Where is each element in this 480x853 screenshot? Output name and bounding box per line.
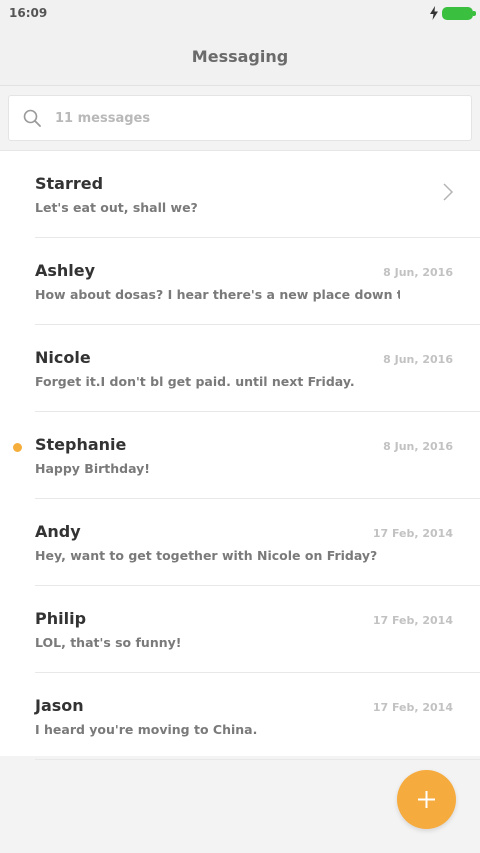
conversation-row-nicole[interactable]: Nicole 8 Jun, 2016 Forget it.I don't bl … — [0, 325, 480, 412]
conversation-row-philip[interactable]: Philip 17 Feb, 2014 LOL, that's so funny… — [0, 586, 480, 673]
conversation-date: 8 Jun, 2016 — [383, 440, 453, 453]
new-message-button[interactable] — [397, 770, 456, 829]
chevron-right-icon — [443, 183, 454, 201]
conversation-preview: How about dosas? I hear there's a new pl… — [35, 287, 400, 302]
unread-indicator — [13, 443, 22, 452]
conversation-name: Ashley — [35, 261, 96, 280]
conversation-name: Starred — [35, 174, 104, 193]
status-time: 16:09 — [9, 6, 48, 20]
conversation-preview: I heard you're moving to China. — [35, 722, 258, 737]
conversation-date: 17 Feb, 2014 — [372, 614, 453, 627]
conversation-date: 8 Jun, 2016 — [383, 353, 453, 366]
conversation-row-starred[interactable]: Starred Let's eat out, shall we? — [0, 151, 480, 238]
status-bar: 16:09 — [0, 0, 480, 28]
conversation-preview: LOL, that's so funny! — [35, 635, 182, 650]
conversation-name: Jason — [35, 696, 84, 715]
charge-icon — [430, 6, 438, 20]
conversation-name: Stephanie — [35, 435, 127, 454]
search-icon — [23, 109, 41, 127]
conversation-name: Nicole — [35, 348, 91, 367]
conversation-date: 17 Feb, 2014 — [372, 701, 453, 714]
conversation-name: Philip — [35, 609, 87, 628]
conversation-row-stephanie[interactable]: Stephanie 8 Jun, 2016 Happy Birthday! — [0, 412, 480, 499]
divider — [35, 759, 480, 760]
conversation-preview: Hey, want to get together with Nicole on… — [35, 548, 378, 563]
conversation-row-ashley[interactable]: Ashley 8 Jun, 2016 How about dosas? I he… — [0, 238, 480, 325]
search-input[interactable] — [55, 96, 455, 140]
search-box[interactable] — [8, 95, 472, 141]
conversation-row-andy[interactable]: Andy 17 Feb, 2014 Hey, want to get toget… — [0, 499, 480, 586]
title-bar: Messaging — [0, 28, 480, 86]
conversation-list: Starred Let's eat out, shall we? Ashley … — [0, 150, 480, 760]
plus-icon — [418, 791, 435, 808]
conversation-preview: Forget it.I don't bl get paid. until nex… — [35, 374, 355, 389]
conversation-preview: Let's eat out, shall we? — [35, 200, 198, 215]
conversation-row-jason[interactable]: Jason 17 Feb, 2014 I heard you're moving… — [0, 673, 480, 760]
battery-icon — [442, 7, 476, 20]
conversation-date: 17 Feb, 2014 — [372, 527, 453, 540]
conversation-preview: Happy Birthday! — [35, 461, 150, 476]
page-title: Messaging — [191, 47, 289, 66]
conversation-name: Andy — [35, 522, 81, 541]
battery-tip — [473, 11, 476, 16]
conversation-date: 8 Jun, 2016 — [383, 266, 453, 279]
